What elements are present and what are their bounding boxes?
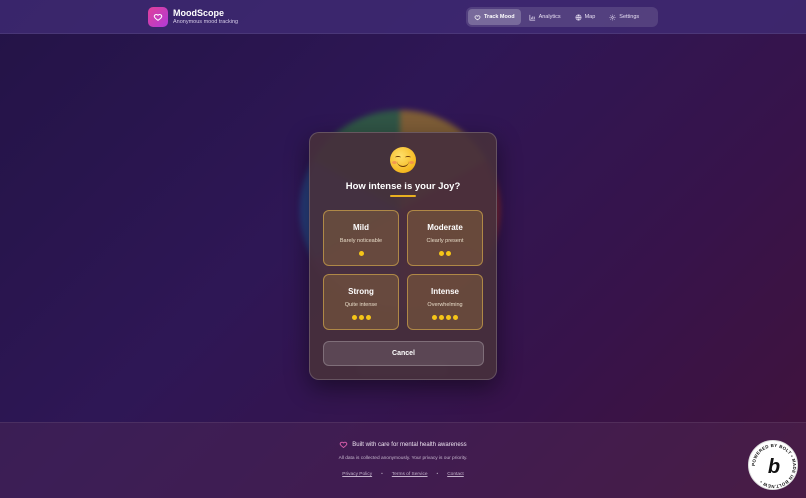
intensity-dialog: How intense is your Joy? Mild Barely not… — [309, 132, 497, 380]
intensity-dot — [358, 315, 364, 320]
nav-track-mood[interactable]: Track Mood — [468, 9, 521, 25]
nav-settings[interactable]: Settings — [603, 9, 645, 25]
option-subtitle: Clearly present — [426, 238, 464, 244]
intensity-dots — [324, 315, 398, 320]
nav-label: Analytics — [538, 14, 561, 20]
intensity-dot — [439, 315, 444, 320]
nav-map[interactable]: Map — [569, 9, 602, 25]
globe-icon — [575, 14, 582, 20]
intensity-option-intense[interactable]: Intense Overwhelming — [407, 274, 483, 330]
intensity-dot — [432, 315, 437, 320]
chart-icon — [529, 14, 535, 20]
option-title: Intense — [430, 287, 459, 296]
intensity-dots — [324, 251, 398, 256]
option-title: Moderate — [427, 223, 463, 232]
app-header: MoodScope Anonymous mood tracking Track … — [0, 0, 806, 34]
privacy-policy-link[interactable]: Privacy Policy — [342, 472, 372, 477]
intensity-dot — [351, 315, 357, 320]
nav-label: Settings — [619, 14, 640, 20]
badge-letter: b — [768, 456, 780, 478]
nav-analytics[interactable]: Analytics — [523, 9, 567, 25]
intensity-option-strong[interactable]: Strong Quite intense — [323, 274, 399, 330]
title-underline — [390, 195, 416, 197]
option-title: Mild — [353, 223, 369, 232]
intensity-dot — [358, 251, 364, 256]
bolt-badge[interactable]: POWERED BY BOLT • MADE IN BOLT.NEW • b — [748, 440, 798, 490]
brand-name: MoodScope — [173, 8, 224, 18]
brand-tagline: Anonymous mood tracking — [173, 19, 239, 25]
bolt-logo-icon: POWERED BY BOLT • MADE IN BOLT.NEW • b — [751, 443, 797, 489]
intensity-dot — [365, 315, 371, 320]
intensity-option-mild[interactable]: Mild Barely noticeable — [323, 210, 399, 266]
intensity-option-moderate[interactable]: Moderate Clearly present — [407, 210, 483, 266]
dialog-title: How intense is your Joy? — [345, 181, 461, 192]
nav-label: Track Mood — [484, 14, 515, 20]
intensity-dots — [408, 251, 482, 256]
terms-of-service-link[interactable]: Terms of Service — [392, 472, 428, 477]
intensity-dot — [439, 251, 444, 256]
footer-tagline-text: Built with care for mental health awaren… — [352, 441, 467, 448]
intensity-dot — [453, 315, 458, 320]
heart-icon — [339, 441, 348, 448]
main-nav: Track Mood Analytics Map Settings — [466, 7, 658, 27]
option-subtitle: Barely noticeable — [339, 238, 383, 244]
contact-link[interactable]: Contact — [447, 472, 464, 477]
page-footer: Built with care for mental health awaren… — [0, 422, 806, 498]
heart-icon — [474, 14, 481, 20]
option-subtitle: Quite intense — [344, 302, 378, 308]
footer-tagline: Built with care for mental health awaren… — [0, 440, 806, 449]
option-subtitle: Overwhelming — [427, 302, 463, 308]
cancel-button[interactable]: Cancel — [323, 341, 484, 366]
app-logo[interactable] — [148, 7, 168, 27]
footer-links: Privacy Policy • Terms of Service • Cont… — [0, 472, 806, 477]
privacy-note: All data is collected anonymously. Your … — [338, 456, 468, 461]
link-separator: • — [436, 472, 439, 477]
intensity-dot — [446, 251, 451, 256]
smiling-face-icon — [390, 147, 416, 173]
gear-icon — [609, 14, 616, 20]
intensity-dots — [408, 315, 482, 320]
heart-icon — [153, 14, 163, 21]
nav-label: Map — [584, 14, 596, 20]
option-title: Strong — [348, 287, 374, 296]
link-separator: • — [381, 472, 383, 477]
intensity-dot — [446, 315, 451, 320]
